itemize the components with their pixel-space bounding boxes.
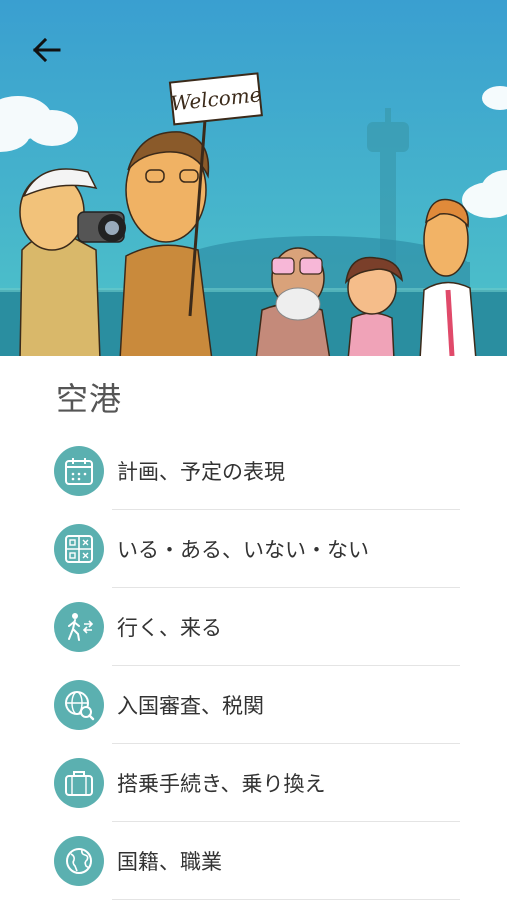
page-title: 空港 <box>56 380 123 418</box>
topic-label: 計画、予定の表現 <box>117 460 285 484</box>
topic-label: 国籍、職業 <box>117 850 222 874</box>
topic-list: 計画、予定の表現 いる・ある、いない・ない 行く、来る 入国審査、税関 搭乗手続… <box>0 432 507 900</box>
topic-label: いる・ある、いない・ない <box>117 538 369 562</box>
earth-icon <box>54 836 104 886</box>
list-item[interactable]: 国籍、職業 <box>0 822 507 900</box>
arrow-left-icon <box>32 38 61 62</box>
topic-label: 入国審査、税関 <box>117 694 264 718</box>
back-button[interactable] <box>24 30 68 70</box>
topic-label: 行く、来る <box>117 616 222 640</box>
list-item[interactable]: 搭乗手続き、乗り換え <box>0 744 507 822</box>
airport-welcome-illustration: Welcome <box>0 0 507 356</box>
suitcase-icon <box>54 758 104 808</box>
list-item[interactable]: 入国審査、税関 <box>0 666 507 744</box>
globe-magnifier-icon <box>54 680 104 730</box>
list-item[interactable]: いる・ある、いない・ない <box>0 510 507 588</box>
list-item[interactable]: 計画、予定の表現 <box>0 432 507 510</box>
hero-illustration: Welcome <box>0 0 507 356</box>
list-item[interactable]: 行く、来る <box>0 588 507 666</box>
grid-symbols-icon <box>54 524 104 574</box>
walking-person-icon <box>54 602 104 652</box>
calendar-icon <box>54 446 104 496</box>
topic-label: 搭乗手続き、乗り換え <box>117 772 326 796</box>
